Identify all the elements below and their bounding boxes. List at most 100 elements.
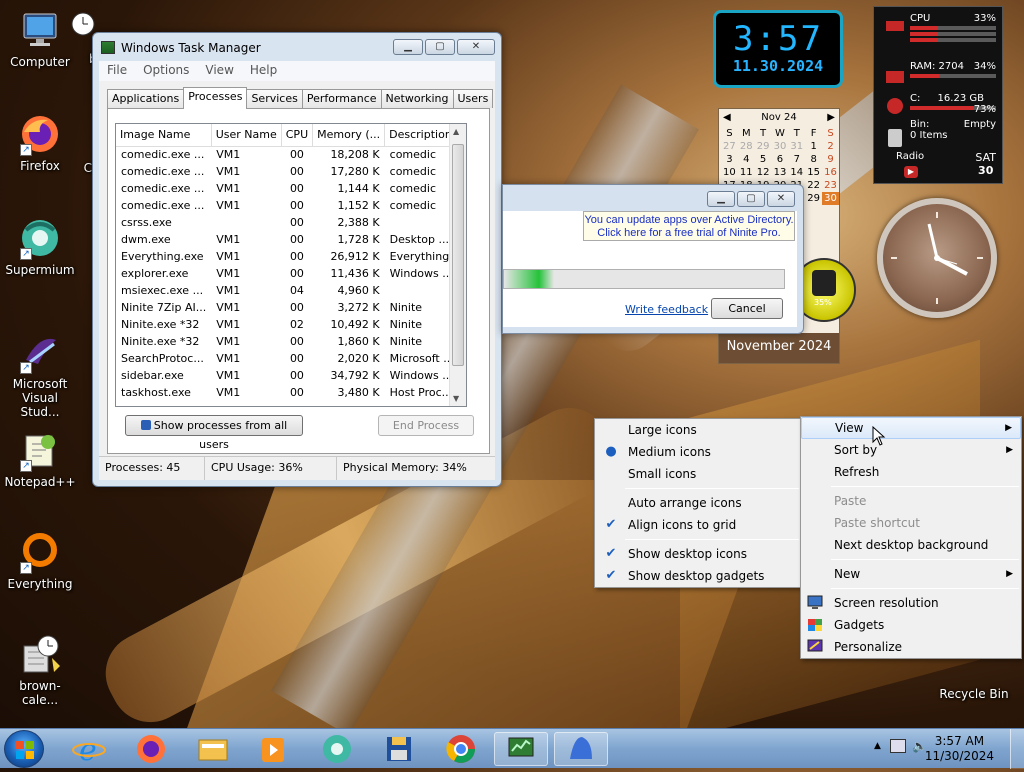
cell-memory: 3,480 K (337, 386, 380, 399)
system-meter-gadget[interactable]: CPU 33% RAM: 2704 34% C: 16.23 GB 73% Bi… (873, 6, 1003, 184)
menu-item-show-desktop-gadgets[interactable]: ✔ Show desktop gadgets (595, 565, 801, 587)
menu-item-screen-resolution[interactable]: Screen resolution (801, 592, 1021, 614)
desktop-icon-firefox[interactable]: ↗ Firefox (2, 112, 78, 173)
column-header-memory[interactable]: Memory (... (312, 124, 386, 147)
column-header-image-name[interactable]: Image Name (116, 124, 212, 147)
menu-item-refresh[interactable]: Refresh (801, 461, 1021, 483)
table-row[interactable]: explorer.exe VM1 00 11,436 K Windows ... (116, 265, 459, 282)
desktop-icon-visual-studio[interactable]: ↗ Microsoft Visual Stud... (2, 330, 78, 419)
tab-processes[interactable]: Processes (183, 87, 248, 109)
taskbar-task-manager[interactable] (494, 732, 548, 766)
calendar-day: 2 (827, 141, 834, 152)
menu-item-personalize[interactable]: Personalize (801, 636, 1021, 658)
table-row[interactable]: dwm.exe VM1 00 1,728 K Desktop ... (116, 231, 459, 248)
menu-options[interactable]: Options (135, 61, 197, 81)
table-row[interactable]: SearchProtoc... VM1 00 2,020 K Microsoft ... (116, 350, 459, 367)
show-hidden-icons-icon[interactable]: ▲ (874, 741, 881, 751)
menu-view[interactable]: View (197, 61, 241, 81)
menu-item-paste-shortcut[interactable]: Paste shortcut (801, 512, 1021, 534)
table-row[interactable]: comedic.exe ... VM1 00 1,152 K comedic (116, 197, 459, 214)
process-list-scrollbar[interactable]: ▲ ▼ (449, 124, 466, 406)
analog-clock-gadget[interactable] (877, 198, 997, 318)
scroll-up-icon[interactable]: ▲ (453, 127, 459, 136)
table-row[interactable]: Ninite 7Zip AI... VM1 00 3,272 K Ninite (116, 299, 459, 316)
menu-item-align-to-grid[interactable]: ✔ Align icons to grid (595, 514, 801, 536)
end-process-button[interactable]: End Process (378, 415, 474, 436)
table-row[interactable]: sidebar.exe VM1 00 34,792 K Windows ... (116, 367, 459, 384)
menu-item-auto-arrange[interactable]: Auto arrange icons (595, 492, 801, 514)
menu-file[interactable]: File (99, 61, 135, 81)
desktop-icon-everything[interactable]: ↗ Everything (2, 530, 78, 591)
menu-help[interactable]: Help (242, 61, 285, 81)
desktop-icon-supermium[interactable]: ↗ Supermium (2, 216, 78, 277)
tab-applications[interactable]: Applications (107, 89, 185, 108)
minimize-button[interactable]: ▁ (707, 191, 735, 207)
network-icon[interactable] (890, 739, 906, 753)
taskbar-firefox[interactable] (124, 732, 178, 766)
close-button[interactable]: ✕ (767, 191, 795, 207)
table-row[interactable]: Ninite.exe *32 VM1 02 10,492 K Ninite (116, 316, 459, 333)
table-row[interactable]: msiexec.exe ... VM1 04 4,960 K (116, 282, 459, 299)
column-header-description[interactable]: Description (384, 124, 460, 147)
table-row[interactable]: Everything.exe VM1 00 26,912 K Everything (116, 248, 459, 265)
close-button[interactable]: ✕ (457, 39, 495, 55)
taskbar-internet-explorer[interactable]: e (62, 732, 116, 768)
taskbar-supermium[interactable] (310, 732, 364, 766)
task-manager-window[interactable]: Windows Task Manager ▁ ▢ ✕ File Options … (92, 32, 502, 487)
taskbar-explorer[interactable] (186, 732, 240, 766)
maximize-button[interactable]: ▢ (425, 39, 455, 55)
menu-item-sort-by[interactable]: Sort by ▶ (801, 439, 1021, 461)
tab-users[interactable]: Users (452, 89, 494, 108)
cell-memory: 4,960 K (337, 284, 380, 297)
ninite-pro-ad[interactable]: You can update apps over Active Director… (583, 211, 795, 241)
column-header-user-name[interactable]: User Name (211, 124, 282, 147)
process-list[interactable]: Image Name User Name CPU Memory (... Des… (115, 123, 467, 407)
show-all-processes-button[interactable]: Show processes from all users (125, 415, 303, 451)
menu-item-large-icons[interactable]: Large icons (595, 419, 801, 441)
taskbar-chrome[interactable] (434, 732, 488, 766)
tray-clock[interactable]: 3:57 AM 11/30/2024 (925, 734, 994, 764)
minimize-button[interactable]: ▁ (393, 39, 423, 55)
tab-performance[interactable]: Performance (301, 89, 382, 108)
maximize-button[interactable]: ▢ (737, 191, 765, 207)
menu-item-next-background[interactable]: Next desktop background (801, 534, 1021, 556)
cpu-bar (910, 32, 996, 36)
cancel-button[interactable]: Cancel (711, 298, 783, 319)
cell-cpu: 00 (289, 233, 304, 246)
menu-item-view[interactable]: View ▶ (801, 417, 1021, 439)
desktop-icon-notepadpp[interactable]: ↗ Notepad++ (2, 428, 78, 489)
column-header-cpu[interactable]: CPU (281, 124, 314, 147)
title-bar[interactable]: Windows Task Manager ▁ ▢ ✕ (93, 33, 501, 61)
taskbar-floppy[interactable] (372, 732, 426, 766)
write-feedback-link[interactable]: Write feedback (625, 303, 708, 316)
menu-item-small-icons[interactable]: Small icons (595, 463, 801, 485)
taskbar-media-player[interactable] (246, 732, 300, 766)
menu-item-new[interactable]: New ▶ (801, 563, 1021, 585)
show-desktop-button[interactable] (1010, 729, 1024, 769)
table-row[interactable]: taskhost.exe VM1 00 3,480 K Host Proc... (116, 384, 459, 401)
menu-item-gadgets[interactable]: Gadgets (801, 614, 1021, 636)
menu-item-medium-icons[interactable]: ● Medium icons (595, 441, 801, 463)
table-row[interactable]: csrss.exe 00 2,388 K (116, 214, 459, 231)
menu-item-paste[interactable]: Paste (801, 490, 1021, 512)
next-month-arrow-icon[interactable]: ▶ (827, 109, 835, 127)
start-button[interactable] (4, 730, 44, 768)
menu-item-show-desktop-icons[interactable]: ✔ Show desktop icons (595, 543, 801, 565)
scrollbar-thumb[interactable] (452, 144, 464, 366)
ninite-window[interactable]: ▁ ▢ ✕ You can update apps over Active Di… (502, 184, 804, 334)
prev-month-arrow-icon[interactable]: ◀ (723, 109, 731, 127)
cpu-value: 33% (973, 13, 996, 24)
scroll-down-icon[interactable]: ▼ (453, 394, 459, 403)
tab-services[interactable]: Services (246, 89, 303, 108)
table-row[interactable]: comedic.exe ... VM1 00 17,280 K comedic (116, 163, 459, 180)
table-row[interactable]: Ninite.exe *32 VM1 00 1,860 K Ninite (116, 333, 459, 350)
digital-clock-gadget[interactable]: 3:57 11.30.2024 (713, 10, 843, 88)
desktop-icon-partial[interactable]: C (72, 161, 92, 175)
taskbar-ninite[interactable] (554, 732, 608, 766)
table-row[interactable]: comedic.exe ... VM1 00 18,208 K comedic (116, 146, 459, 163)
tab-networking[interactable]: Networking (380, 89, 454, 108)
table-row[interactable]: comedic.exe ... VM1 00 1,144 K comedic (116, 180, 459, 197)
radio-play-icon[interactable]: ▶ (904, 166, 918, 178)
desktop-icon-brown-calendar[interactable]: brown-cale... (2, 632, 78, 707)
cell-image-name: comedic.exe ... (121, 199, 205, 212)
